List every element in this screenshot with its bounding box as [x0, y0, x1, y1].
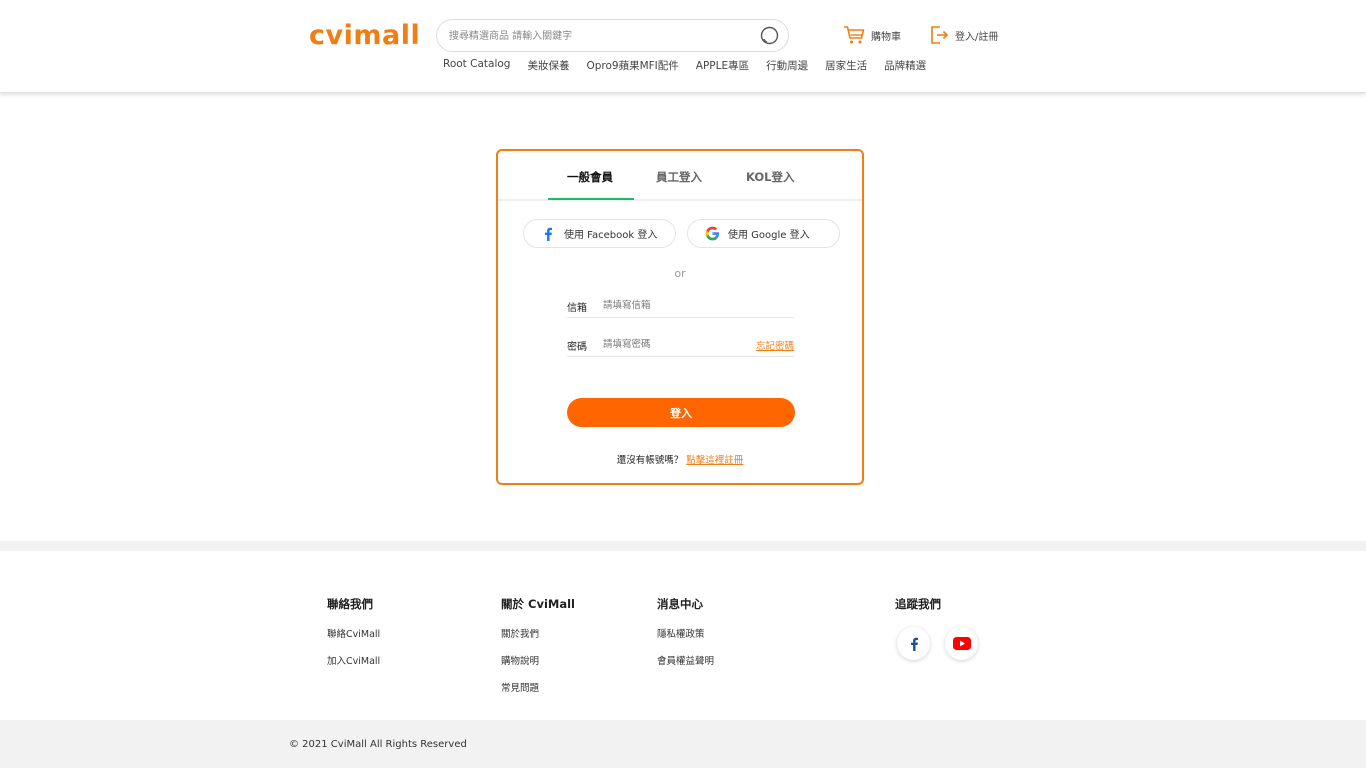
nav-item-opro9[interactable]: Opro9蘋果MFI配件 — [586, 58, 678, 73]
footer-link-member-rights[interactable]: 會員權益聲明 — [657, 653, 714, 667]
google-login-button[interactable]: 使用 Google 登入 — [687, 219, 840, 248]
tab-general-member[interactable]: 一般會員 — [567, 169, 613, 185]
footer-link-contact-cvimall[interactable]: 聯絡CviMall — [327, 626, 380, 640]
password-field: 密碼 忘記密碼 — [567, 331, 794, 357]
nav-item-mobile-accessories[interactable]: 行動周邊 — [766, 58, 808, 73]
login-tabs: 一般會員 員工登入 KOL登入 — [498, 151, 862, 201]
or-divider: or — [674, 267, 686, 280]
email-label: 信箱 — [567, 303, 587, 314]
site-logo[interactable]: cvimall — [309, 22, 420, 50]
footer-link-join-cvimall[interactable]: 加入CviMall — [327, 653, 380, 667]
facebook-icon — [910, 637, 918, 651]
register-prompt: 還沒有帳號嗎？ 點擊這裡註冊 — [498, 452, 862, 466]
cart-label: 購物車 — [871, 31, 901, 43]
nav-item-beauty[interactable]: 美妝保養 — [527, 58, 569, 73]
facebook-login-button[interactable]: 使用 Facebook 登入 — [523, 219, 676, 248]
facebook-login-label: 使用 Facebook 登入 — [564, 230, 658, 241]
login-register-label: 登入/註冊 — [955, 31, 999, 43]
login-exit-icon — [931, 26, 949, 44]
footer-news-title: 消息中心 — [657, 597, 703, 611]
login-card: 一般會員 員工登入 KOL登入 使用 Facebook 登入 使用 Google… — [496, 149, 864, 485]
copyright-bar: © 2021 CviMall All Rights Reserved — [0, 720, 1366, 768]
footer-contact-title: 聯絡我們 — [327, 597, 373, 611]
site-header: cvimall 購物車 登入/註冊 Root Catalog 美妝保養 Opro… — [0, 0, 1366, 93]
email-field: 信箱 — [567, 292, 794, 318]
nav-item-apple[interactable]: APPLE專區 — [696, 58, 749, 73]
footer-link-shopping-guide[interactable]: 購物說明 — [501, 653, 575, 667]
footer-follow-title: 追蹤我們 — [895, 597, 941, 611]
footer-link-about-us[interactable]: 關於我們 — [501, 626, 575, 640]
footer-facebook-button[interactable] — [897, 627, 930, 660]
login-register-link[interactable]: 登入/註冊 — [929, 25, 998, 45]
site-footer: 聯絡我們 聯絡CviMall 加入CviMall 關於 CviMall 關於我們… — [0, 551, 1366, 720]
password-input[interactable] — [603, 335, 743, 353]
copyright-text: © 2021 CviMall All Rights Reserved — [289, 739, 467, 750]
login-submit-button[interactable]: 登入 — [567, 398, 795, 427]
footer-follow-column: 追蹤我們 — [895, 596, 941, 626]
nav-item-brands[interactable]: 品牌精選 — [884, 58, 926, 73]
footer-about-title: 關於 CviMall — [501, 597, 575, 611]
search-input[interactable] — [449, 26, 749, 46]
tab-kol-login[interactable]: KOL登入 — [746, 169, 795, 185]
facebook-icon — [540, 226, 556, 242]
register-link[interactable]: 點擊這裡註冊 — [686, 455, 743, 466]
google-login-label: 使用 Google 登入 — [728, 230, 810, 241]
no-account-text: 還沒有帳號嗎？ — [616, 455, 684, 466]
footer-about-column: 關於 CviMall 關於我們 購物說明 常見問題 — [501, 596, 575, 707]
nav-item-home-living[interactable]: 居家生活 — [825, 58, 867, 73]
google-icon — [704, 226, 720, 242]
email-input[interactable] — [603, 296, 743, 314]
forgot-password-link[interactable]: 忘記密碼 — [756, 338, 794, 352]
category-nav: Root Catalog 美妝保養 Opro9蘋果MFI配件 APPLE專區 行… — [443, 58, 943, 73]
tab-employee-login[interactable]: 員工登入 — [656, 169, 702, 185]
footer-divider-strip — [0, 541, 1366, 551]
active-tab-indicator — [548, 198, 634, 200]
footer-contact-column: 聯絡我們 聯絡CviMall 加入CviMall — [327, 596, 380, 680]
password-label: 密碼 — [567, 342, 587, 353]
footer-youtube-button[interactable] — [945, 627, 978, 660]
footer-news-column: 消息中心 隱私權政策 會員權益聲明 — [657, 596, 714, 680]
footer-link-privacy-policy[interactable]: 隱私權政策 — [657, 626, 714, 640]
cart-link[interactable]: 購物車 — [843, 25, 901, 45]
youtube-icon — [952, 637, 971, 650]
footer-link-faq[interactable]: 常見問題 — [501, 680, 575, 694]
nav-item-root-catalog[interactable]: Root Catalog — [443, 58, 510, 73]
cart-icon — [844, 26, 865, 44]
search-box[interactable] — [436, 19, 789, 52]
search-icon[interactable] — [760, 26, 780, 46]
